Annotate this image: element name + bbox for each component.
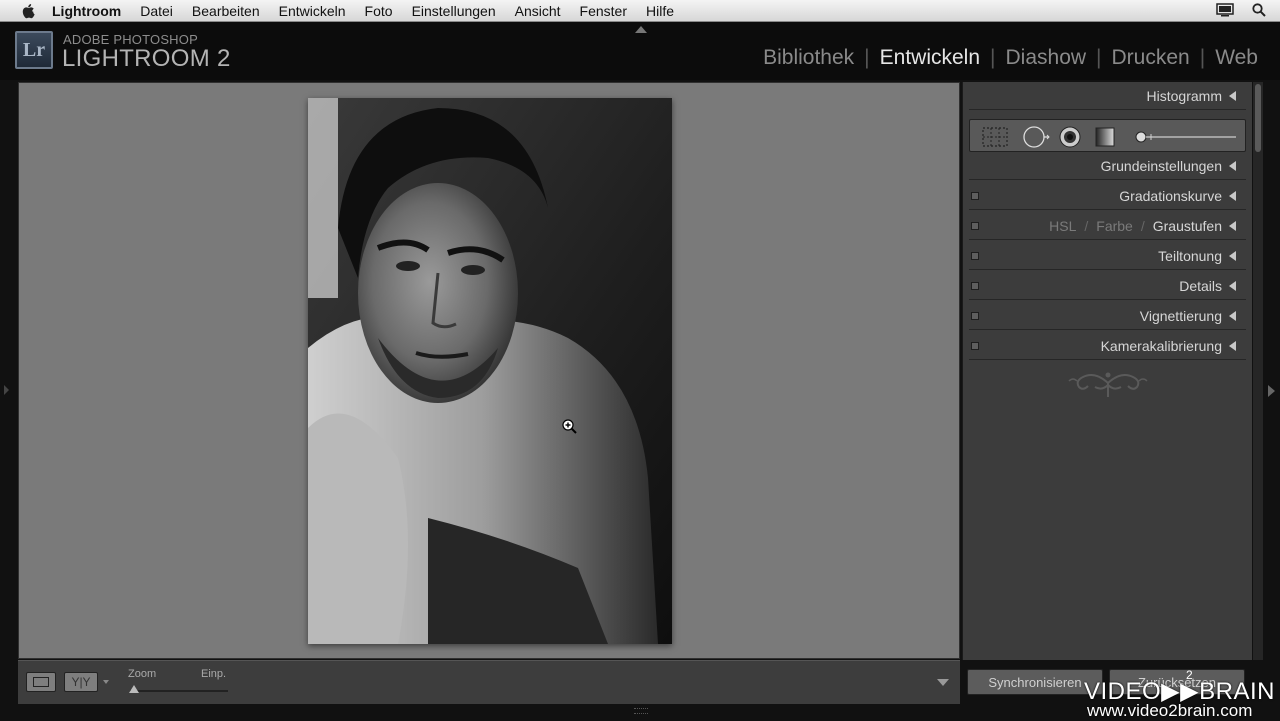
expand-left-panel-arrow-icon[interactable] (4, 385, 9, 395)
collapse-triangle-icon[interactable] (1229, 90, 1236, 101)
panel-histogram[interactable]: Histogramm (969, 82, 1246, 110)
zoom-slider-track[interactable] (130, 690, 228, 692)
collapse-triangle-icon[interactable] (1229, 250, 1236, 261)
fit-label: Einp. (201, 668, 227, 680)
toolbar-content-dropdown-icon[interactable] (937, 679, 949, 686)
menu-foto[interactable]: Foto (365, 3, 393, 19)
tool-strip (969, 119, 1246, 152)
tab-separator: / (1084, 217, 1089, 234)
adjustment-brush-icon[interactable] (1133, 130, 1238, 148)
loupe-view-button[interactable] (26, 672, 56, 692)
panel-toggle-switch[interactable] (971, 222, 979, 230)
module-separator: | (1096, 46, 1102, 69)
right-panel-scroll-thumb[interactable] (1255, 84, 1261, 152)
menu-app-lightroom[interactable]: Lightroom (52, 3, 121, 19)
panel-toggle-switch[interactable] (971, 342, 979, 350)
collapse-top-panel-arrow-icon[interactable] (635, 26, 647, 33)
panel-toggle-switch[interactable] (971, 312, 979, 320)
panel-details-label: Details (1179, 277, 1222, 294)
panel-toggle-switch[interactable] (971, 192, 979, 200)
panel-histogram-label: Histogramm (1146, 87, 1222, 104)
before-after-button[interactable]: Y|Y (64, 672, 98, 692)
lightroom-logo: Lr (15, 31, 53, 69)
panel-camera-calibration-label: Kamerakalibrierung (1100, 337, 1222, 354)
menu-entwickeln[interactable]: Entwickeln (279, 3, 346, 19)
collapse-triangle-icon[interactable] (1229, 190, 1236, 201)
panel-toggle-switch[interactable] (971, 282, 979, 290)
zoom-slider-thumb[interactable] (129, 685, 139, 693)
right-panel-scrollbar[interactable] (1253, 82, 1263, 660)
collapse-right-panel-arrow-icon[interactable] (1268, 385, 1275, 397)
panel-camera-calibration[interactable]: Kamerakalibrierung (969, 332, 1246, 360)
menubar: Lightroom Datei Bearbeiten Entwickeln Fo… (0, 0, 1280, 22)
panel-split-toning-label: Teiltonung (1158, 247, 1222, 264)
bottom-toolbar: Y|Y Zoom Einp. (18, 660, 960, 704)
panel-tone-curve[interactable]: Gradationskurve (969, 182, 1246, 210)
graduated-filter-icon[interactable] (1094, 126, 1116, 153)
synchronize-button[interactable]: Synchronisieren (967, 669, 1103, 695)
panel-vignette[interactable]: Vignettierung (969, 302, 1246, 330)
panel-vignette-label: Vignettierung (1139, 307, 1222, 324)
module-diashow[interactable]: Diashow (1006, 46, 1087, 70)
watermark-url: www.video2brain.com (1087, 701, 1253, 720)
collapse-triangle-icon[interactable] (1229, 160, 1236, 171)
before-after-dropdown-icon[interactable] (103, 680, 109, 684)
panel-end-ornament-icon (1065, 367, 1151, 406)
panel-details[interactable]: Details (969, 272, 1246, 300)
tab-separator: / (1140, 217, 1145, 234)
loupe-view-icon (33, 677, 49, 687)
spot-removal-icon[interactable] (1022, 125, 1052, 154)
panel-basic-label: Grundeinstellungen (1100, 157, 1222, 174)
video2brain-watermark: 2 VIDEO▶▶BRAIN www.video2brain.com (1084, 668, 1280, 720)
panel-grayscale-tab[interactable]: Graustufen (1153, 218, 1222, 234)
menu-datei[interactable]: Datei (140, 3, 173, 19)
module-bar: Lr ADOBE PHOTOSHOP LIGHTROOM 2 Bibliothe… (0, 22, 1280, 80)
module-separator: | (864, 46, 870, 69)
menu-hilfe[interactable]: Hilfe (646, 3, 674, 19)
filmstrip-grip-icon[interactable] (634, 708, 648, 714)
menu-ansicht[interactable]: Ansicht (515, 3, 561, 19)
collapse-triangle-icon[interactable] (1229, 340, 1236, 351)
image-viewer[interactable] (18, 82, 960, 659)
brand-line-lightroom: LIGHTROOM 2 (62, 45, 231, 72)
spotlight-search-icon[interactable] (1252, 2, 1266, 20)
module-bibliothek[interactable]: Bibliothek (763, 46, 854, 70)
collapse-triangle-icon[interactable] (1229, 310, 1236, 321)
module-picker: Bibliothek | Entwickeln | Diashow | Druc… (763, 46, 1258, 70)
screen-icon[interactable] (1216, 2, 1234, 20)
module-separator: | (1199, 46, 1206, 69)
panel-hsl-tab[interactable]: HSL (1049, 218, 1076, 234)
collapse-triangle-icon[interactable] (1229, 280, 1236, 291)
module-drucken[interactable]: Drucken (1112, 46, 1190, 70)
module-entwickeln[interactable]: Entwickeln (880, 46, 980, 70)
menu-bearbeiten[interactable]: Bearbeiten (192, 3, 260, 19)
zoom-in-cursor-icon (562, 419, 578, 440)
panel-basic[interactable]: Grundeinstellungen (969, 152, 1246, 180)
module-separator: | (990, 46, 996, 69)
photo-preview[interactable] (308, 98, 672, 644)
collapse-triangle-icon[interactable] (1229, 220, 1236, 231)
crop-overlay-icon[interactable] (982, 127, 1008, 152)
apple-icon[interactable] (18, 0, 38, 22)
zoom-label: Zoom (128, 668, 157, 680)
develop-right-panel: Histogramm Grundeinstellungen Gradations… (962, 82, 1252, 660)
red-eye-icon[interactable] (1058, 125, 1082, 154)
menu-einstellungen[interactable]: Einstellungen (412, 3, 496, 19)
menu-fenster[interactable]: Fenster (580, 3, 627, 19)
panel-toggle-switch[interactable] (971, 252, 979, 260)
module-web[interactable]: Web (1215, 46, 1258, 70)
panel-color-tab[interactable]: Farbe (1096, 218, 1133, 234)
panel-hsl[interactable]: HSL / Farbe / Graustufen (969, 212, 1246, 240)
panel-split-toning[interactable]: Teiltonung (969, 242, 1246, 270)
panel-tone-curve-label: Gradationskurve (1119, 187, 1222, 204)
